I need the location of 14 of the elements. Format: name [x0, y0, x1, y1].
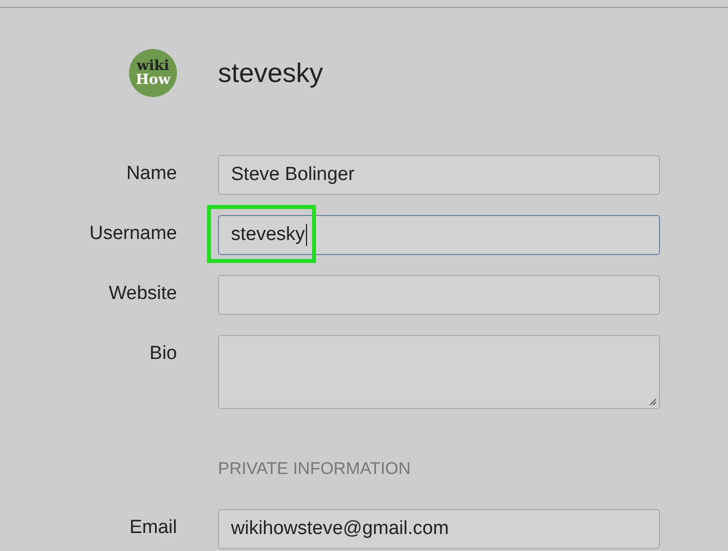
- input-field[interactable]: [218, 275, 660, 315]
- text-cursor: [306, 224, 307, 246]
- field-label: Username: [89, 222, 177, 245]
- input-field[interactable]: wikihowsteve@gmail.com: [218, 509, 660, 549]
- input-field[interactable]: stevesky: [218, 215, 660, 255]
- resize-grip-icon[interactable]: [648, 397, 657, 406]
- profile-username: stevesky: [218, 58, 324, 88]
- field-label: Bio: [150, 342, 177, 365]
- section-heading: PRIVATE INFORMATION: [218, 459, 412, 479]
- input-field[interactable]: Steve Bolinger: [218, 155, 660, 195]
- avatar: wiki How: [129, 49, 177, 97]
- field-label: Email: [129, 516, 177, 539]
- field-label: Website: [108, 282, 177, 305]
- field-label: Name: [126, 162, 177, 185]
